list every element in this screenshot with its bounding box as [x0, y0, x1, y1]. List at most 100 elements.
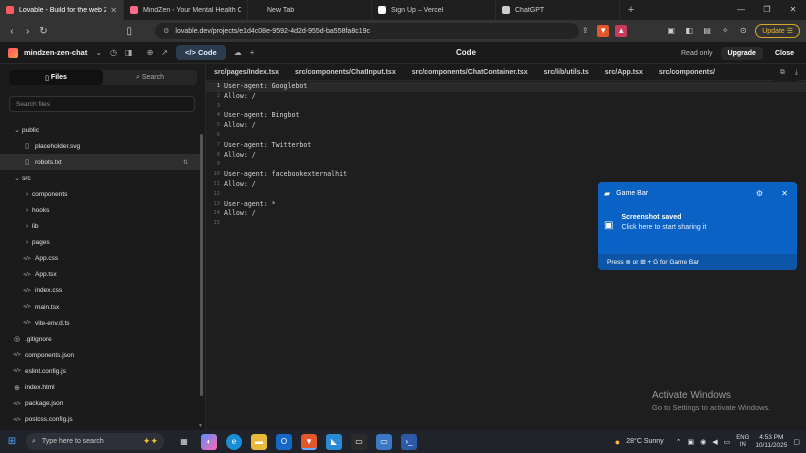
tree-file[interactable]: ▯ placeholder.svg — [0, 138, 200, 154]
url-bar[interactable]: ⚙ lovable.dev/projects/e1d4c08e-9592-4d2… — [155, 23, 580, 39]
vpn-icon[interactable]: ⊙ — [737, 25, 749, 37]
outlook-icon[interactable]: O — [276, 433, 292, 450]
editor-tab[interactable]: src/components/ChatContainer.tsx — [408, 69, 540, 76]
code-line[interactable]: 9 — [206, 160, 806, 170]
tree-file[interactable]: </> App.css — [0, 251, 200, 267]
forward-icon[interactable]: › — [20, 26, 36, 37]
weather-icon[interactable]: ● — [615, 437, 620, 447]
wallet-icon[interactable]: ▤ — [701, 25, 713, 37]
taskbar-search[interactable]: ⌕ Type here to search ✦✦ — [26, 433, 164, 450]
gear-icon[interactable]: ⚙ — [756, 189, 763, 198]
copilot-icon[interactable]: ✦✦ — [143, 436, 158, 447]
sidebar-toggle-icon[interactable]: ◧ — [683, 25, 695, 37]
history-icon[interactable]: ◷ — [110, 48, 117, 57]
editor-tab[interactable]: src/App.tsx — [601, 69, 655, 76]
leo-ai-icon[interactable]: ✧ — [719, 25, 731, 37]
notification-icon[interactable]: ▢ — [793, 438, 800, 446]
tree-file[interactable]: </> App.tsx — [0, 267, 200, 283]
site-info-icon[interactable]: ⚙ — [163, 27, 169, 35]
tree-file[interactable]: </> main.tsx — [0, 299, 200, 315]
back-icon[interactable]: ‹ — [4, 26, 20, 37]
chevron-up-icon[interactable]: ⌃ — [676, 438, 682, 446]
tree-folder[interactable]: ⌄ src — [0, 170, 200, 186]
screen-cast-icon[interactable]: ▣ — [665, 25, 677, 37]
tree-folder[interactable]: ⌄ public — [0, 122, 200, 138]
code-line[interactable]: 2 Allow: / — [206, 92, 806, 102]
tree-file[interactable]: ◎ .gitignore — [0, 331, 200, 347]
scroll-down-icon[interactable]: ▼ — [198, 423, 203, 429]
app-tray-icon[interactable]: ▣ — [688, 438, 695, 446]
tree-file[interactable]: </> components.json — [0, 347, 200, 363]
code-line[interactable]: 3 — [206, 102, 806, 112]
tree-file[interactable]: </> eslint.config.js — [0, 363, 200, 379]
analytics-icon[interactable]: ↗ — [161, 48, 168, 57]
download-icon[interactable]: ⤓ — [795, 69, 798, 77]
close-icon[interactable]: ✕ — [781, 189, 788, 198]
tree-file[interactable]: ▯ robots.txt ⇅ — [0, 154, 200, 171]
browser-tab[interactable]: Lovable - Build for the web 20x ✕ — [0, 0, 124, 20]
tab-close-icon[interactable]: ✕ — [106, 6, 117, 15]
tree-file[interactable]: </> index.css — [0, 283, 200, 299]
globe-icon[interactable]: ⊕ — [147, 48, 154, 57]
editor-tab[interactable]: src/components/ChatInput.tsx — [291, 69, 408, 76]
code-line[interactable]: 8 Allow: / — [206, 151, 806, 161]
sidebar-scrollbar[interactable] — [200, 134, 203, 396]
tab-search[interactable]: ⌕ Search — [103, 70, 197, 85]
terminal-icon[interactable]: ▭ — [351, 433, 367, 450]
copy-icon[interactable]: ⧉ — [780, 69, 785, 77]
code-line[interactable]: 10 User-agent: facebookexternalhit — [206, 170, 806, 180]
add-icon[interactable]: + — [250, 48, 255, 57]
network-icon[interactable]: ◉ — [700, 438, 706, 446]
new-tab-button[interactable]: + — [620, 0, 642, 20]
volume-icon[interactable]: ◀ — [712, 438, 717, 446]
maximize-icon[interactable]: ❐ — [754, 0, 780, 20]
browser-tab[interactable]: ChatGPT — [496, 0, 620, 20]
tree-file[interactable]: </> postcss.config.js — [0, 412, 200, 428]
project-name[interactable]: mindzen-zen-chat — [24, 48, 87, 57]
share-icon[interactable]: ⇪ — [579, 25, 591, 37]
brave-rewards-icon[interactable]: ▲ — [615, 25, 628, 37]
battery-icon[interactable]: ▭ — [724, 438, 731, 446]
tree-file[interactable]: </> package.json — [0, 396, 200, 412]
browser-tab[interactable]: Sign Up – Vercel — [372, 0, 496, 20]
editor-tab[interactable]: src/lib/utils.ts — [540, 69, 601, 76]
tree-folder[interactable]: › pages — [0, 235, 200, 251]
brave-shield-icon[interactable]: ▼ — [597, 25, 610, 37]
clock[interactable]: 4:53 PM 10/11/2025 — [755, 434, 787, 450]
reload-icon[interactable]: ↻ — [36, 26, 52, 37]
vscode-icon[interactable]: ◣ — [326, 433, 342, 450]
tree-file[interactable]: </> vite-env.d.ts — [0, 315, 200, 331]
file-explorer-icon[interactable]: ▬ — [251, 433, 267, 450]
code-line[interactable]: 1 User-agent: Googlebot — [206, 82, 806, 92]
code-line[interactable]: 5 Allow: / — [206, 121, 806, 131]
editor-tab[interactable]: src/components/ — [655, 69, 727, 76]
language-indicator[interactable]: ENG IN — [736, 435, 749, 449]
code-view-button[interactable]: </> Code — [176, 45, 226, 60]
minimize-icon[interactable]: — — [728, 0, 754, 20]
panel-toggle-icon[interactable]: ◨ — [125, 48, 133, 57]
tree-folder[interactable]: › components — [0, 186, 200, 202]
close-button[interactable]: Close — [771, 47, 798, 60]
code-line[interactable]: 4 User-agent: Bingbot — [206, 111, 806, 121]
close-window-icon[interactable]: ✕ — [780, 0, 806, 20]
weather-text[interactable]: 28°C Sunny — [626, 438, 663, 445]
editor-tab[interactable]: src/pages/Index.tsx — [210, 69, 291, 76]
copilot-app-icon[interactable]: ◐ — [201, 433, 217, 450]
tree-folder[interactable]: › hooks — [0, 202, 200, 218]
windows-start-icon[interactable]: ⊞ — [0, 436, 24, 447]
brave-icon[interactable]: ▼ — [301, 433, 317, 450]
update-button[interactable]: Update ☰ — [755, 24, 801, 38]
tree-file[interactable]: ⊕ index.html — [0, 380, 200, 396]
edge-icon[interactable]: e — [226, 433, 242, 450]
code-line[interactable]: 6 — [206, 131, 806, 141]
remote-desktop-icon[interactable]: ▭ — [376, 433, 392, 450]
bookmark-icon[interactable]: ▯ — [121, 26, 137, 37]
search-files-input[interactable]: Search files — [9, 96, 195, 112]
powershell-icon[interactable]: ›_ — [401, 433, 417, 450]
file-options-icon[interactable]: ⇅ — [183, 159, 188, 166]
browser-tab[interactable]: New Tab — [248, 0, 372, 20]
task-view-icon[interactable]: ▦ — [176, 434, 192, 450]
chevron-down-icon[interactable]: ⌄ — [95, 48, 102, 57]
tab-files[interactable]: ▯ Files — [9, 70, 103, 85]
tree-folder[interactable]: › lib — [0, 219, 200, 235]
